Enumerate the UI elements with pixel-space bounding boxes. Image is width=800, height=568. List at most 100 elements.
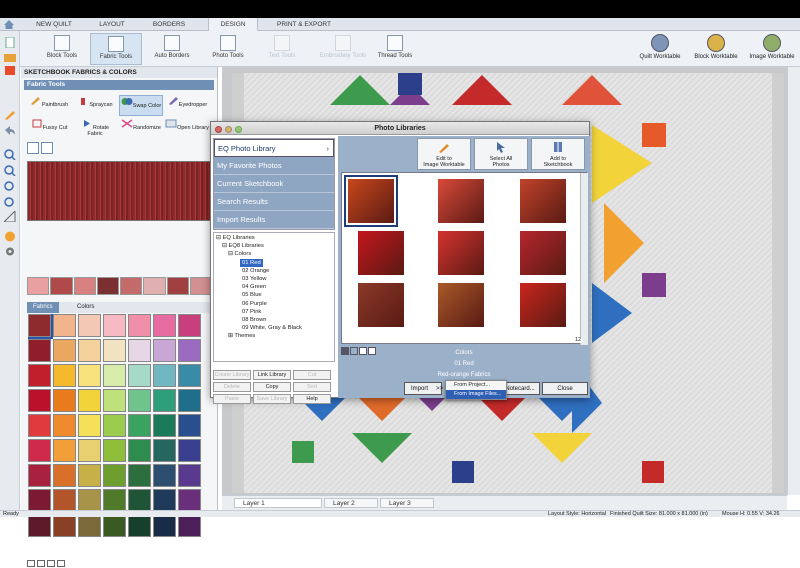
fabric-swatch[interactable]: [128, 339, 151, 362]
fussy-cut-tool[interactable]: Fussy Cut: [27, 118, 71, 139]
maximize-window-icon[interactable]: [235, 126, 242, 133]
fabric-swatch[interactable]: [128, 514, 151, 537]
photo-grid-scrollbar[interactable]: [580, 173, 588, 345]
fabric-swatch[interactable]: [28, 414, 51, 437]
fabric-swatch[interactable]: [28, 314, 53, 339]
photo-thumbnail[interactable]: [358, 231, 404, 275]
fabric-swatch[interactable]: [78, 439, 101, 462]
vertical-scrollbar[interactable]: [787, 67, 800, 495]
fabric-swatch[interactable]: [78, 314, 101, 337]
view-menu-icon[interactable]: [57, 560, 65, 567]
fabric-swatch[interactable]: [103, 389, 126, 412]
tree-node-eq-libraries[interactable]: ⊟ EQ Libraries: [216, 234, 332, 242]
close-button[interactable]: Close: [542, 382, 588, 395]
fabric-swatch[interactable]: [178, 364, 201, 387]
menu-item-from-image-files[interactable]: From Image Files...: [446, 390, 506, 399]
fabric-swatch[interactable]: [178, 489, 201, 512]
photo-thumbnail[interactable]: [520, 231, 566, 275]
fabric-swatch[interactable]: [153, 489, 176, 512]
recent-swatch[interactable]: [120, 277, 143, 295]
fabric-swatch[interactable]: [128, 314, 151, 337]
fabric-swatch[interactable]: [103, 314, 126, 337]
fabric-swatch[interactable]: [78, 389, 101, 412]
fabric-swatch[interactable]: [78, 464, 101, 487]
open-folder-icon[interactable]: [4, 51, 16, 62]
auto-borders-button[interactable]: Auto Borders: [146, 33, 198, 65]
tab-borders[interactable]: BORDERS: [144, 18, 194, 31]
select-all-photos-button[interactable]: Select All Photos: [474, 138, 528, 170]
fabric-swatch[interactable]: [78, 339, 101, 362]
tab-layer-2[interactable]: Layer 2: [324, 498, 378, 508]
block-worktable-button[interactable]: Block Worktable: [688, 32, 744, 66]
fabric-swatch[interactable]: [128, 364, 151, 387]
fabric-swatch[interactable]: [128, 464, 151, 487]
nav-search-results[interactable]: Search Results: [214, 193, 334, 211]
menu-item-from-project[interactable]: From Project...: [446, 381, 506, 390]
fabric-swatch[interactable]: [53, 439, 76, 462]
close-window-icon[interactable]: [215, 126, 222, 133]
fabric-swatch[interactable]: [153, 364, 176, 387]
text-tools-button[interactable]: Text Tools: [258, 33, 306, 65]
fabric-swatch[interactable]: [53, 364, 76, 387]
nav-import-results[interactable]: Import Results: [214, 211, 334, 229]
help-button[interactable]: Help: [293, 394, 331, 404]
help-icon[interactable]: [4, 231, 16, 242]
fabric-swatch[interactable]: [153, 389, 176, 412]
pencil-icon[interactable]: [4, 109, 16, 120]
tab-colors[interactable]: Colors: [71, 302, 100, 313]
view-large-icon[interactable]: [47, 560, 55, 567]
swap-color-tool[interactable]: Swap Color: [119, 95, 163, 116]
edit-to-image-worktable-button[interactable]: Edit to Image Worktable: [417, 138, 471, 170]
randomize-tool[interactable]: Randomize: [119, 118, 163, 139]
fabric-swatch[interactable]: [153, 514, 176, 537]
photo-thumbnail[interactable]: [358, 283, 404, 327]
tab-layout[interactable]: LAYOUT: [90, 18, 134, 31]
color-wheel-icon[interactable]: [27, 142, 39, 154]
tab-design[interactable]: DESIGN: [208, 18, 258, 31]
add-to-sketchbook-button[interactable]: Add to Sketchbook: [531, 138, 585, 170]
tree-node-colors[interactable]: ⊟ Colors: [216, 250, 332, 258]
fabric-swatch[interactable]: [178, 439, 201, 462]
recent-swatch[interactable]: [96, 277, 119, 295]
recent-swatch[interactable]: [27, 277, 50, 295]
tree-item[interactable]: 04 Green: [216, 283, 332, 291]
sort-button[interactable]: Sort: [293, 382, 331, 392]
fabric-tools-header[interactable]: Fabric Tools: [24, 80, 214, 90]
paste-button[interactable]: Paste: [213, 394, 251, 404]
tree-item[interactable]: 06 Purple: [216, 300, 332, 308]
fabric-swatch[interactable]: [53, 389, 76, 412]
fabric-swatch[interactable]: [178, 314, 201, 337]
fabric-swatch[interactable]: [53, 314, 76, 337]
photo-thumbnail[interactable]: [520, 179, 566, 223]
fabric-swatch[interactable]: [128, 489, 151, 512]
tree-item[interactable]: 02 Orange: [216, 267, 332, 275]
nav-my-favorite-photos[interactable]: My Favorite Photos: [214, 157, 334, 175]
cut-button[interactable]: Cut: [293, 370, 331, 380]
fabric-swatch[interactable]: [28, 489, 51, 512]
recent-swatch[interactable]: [143, 277, 166, 295]
fabric-swatch[interactable]: [178, 464, 201, 487]
photo-tools-button[interactable]: Photo Tools: [202, 33, 254, 65]
tree-item[interactable]: 08 Brown: [216, 316, 332, 324]
fabric-swatch[interactable]: [28, 439, 51, 462]
fabric-swatch[interactable]: [128, 414, 151, 437]
tree-node-themes[interactable]: ⊞ Themes: [216, 332, 332, 340]
view-medium-icon[interactable]: [37, 560, 45, 567]
zoom-refresh-icon[interactable]: [4, 197, 16, 208]
tree-item[interactable]: 05 Blue: [216, 291, 332, 299]
fabric-swatch[interactable]: [103, 464, 126, 487]
fabric-swatch[interactable]: [103, 364, 126, 387]
fabric-swatch[interactable]: [78, 364, 101, 387]
tree-item[interactable]: 03 Yellow: [216, 275, 332, 283]
tree-item[interactable]: 09 White, Gray & Black: [216, 324, 332, 332]
fabric-swatch[interactable]: [78, 514, 101, 537]
minimize-window-icon[interactable]: [225, 126, 232, 133]
palette-grid-icon[interactable]: [41, 142, 53, 154]
fabric-swatch[interactable]: [103, 514, 126, 537]
undo-icon[interactable]: [4, 125, 16, 136]
zoom-out-icon[interactable]: [4, 165, 16, 176]
tree-item[interactable]: 07 Pink: [216, 308, 332, 316]
fabric-swatch[interactable]: [28, 514, 51, 537]
tab-new-quilt[interactable]: NEW QUILT: [28, 18, 80, 31]
rotate-fabric-tool[interactable]: Rotate Fabric: [73, 118, 117, 139]
